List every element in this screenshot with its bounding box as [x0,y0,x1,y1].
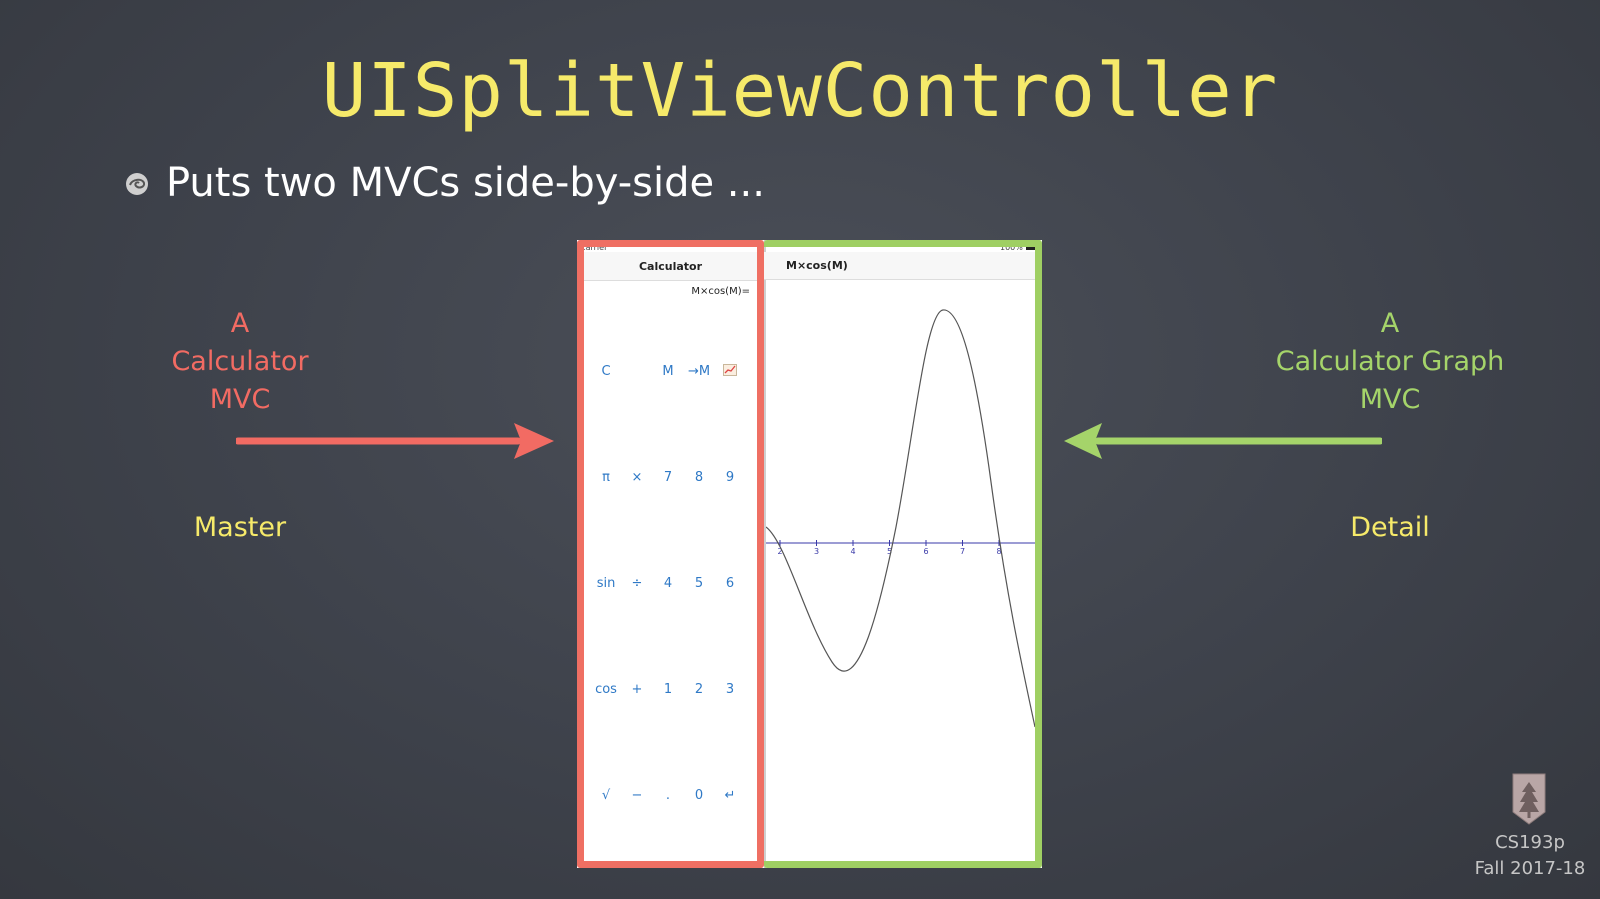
footer-term: Fall 2017-18 [1474,858,1586,879]
label-line: MVC [209,384,271,415]
detail-arrow [1064,423,1382,459]
label-line: A [1380,308,1400,339]
label-line: A [230,308,250,339]
detail-description: A Calculator Graph MVC [1240,305,1540,419]
detail-role-label: Detail [1350,512,1430,543]
master-highlight-frame [577,240,764,868]
master-role-label: Master [193,512,287,543]
label-line: Calculator Graph [1275,346,1505,377]
bullet-row: Puts two MVCs side-by-side ... [124,160,765,206]
detail-highlight-frame [764,240,1042,868]
master-description: A Calculator MVC [140,305,340,419]
bullet-text: Puts two MVCs side-by-side ... [166,160,765,206]
label-line: MVC [1359,384,1421,415]
stanford-logo-icon [1512,773,1546,825]
footer-course: CS193p [1495,832,1565,853]
label-line: Calculator [171,346,309,377]
slide-title: UISplitViewController [321,48,1279,134]
swirl-bullet-icon [126,173,148,195]
master-arrow [236,423,554,459]
